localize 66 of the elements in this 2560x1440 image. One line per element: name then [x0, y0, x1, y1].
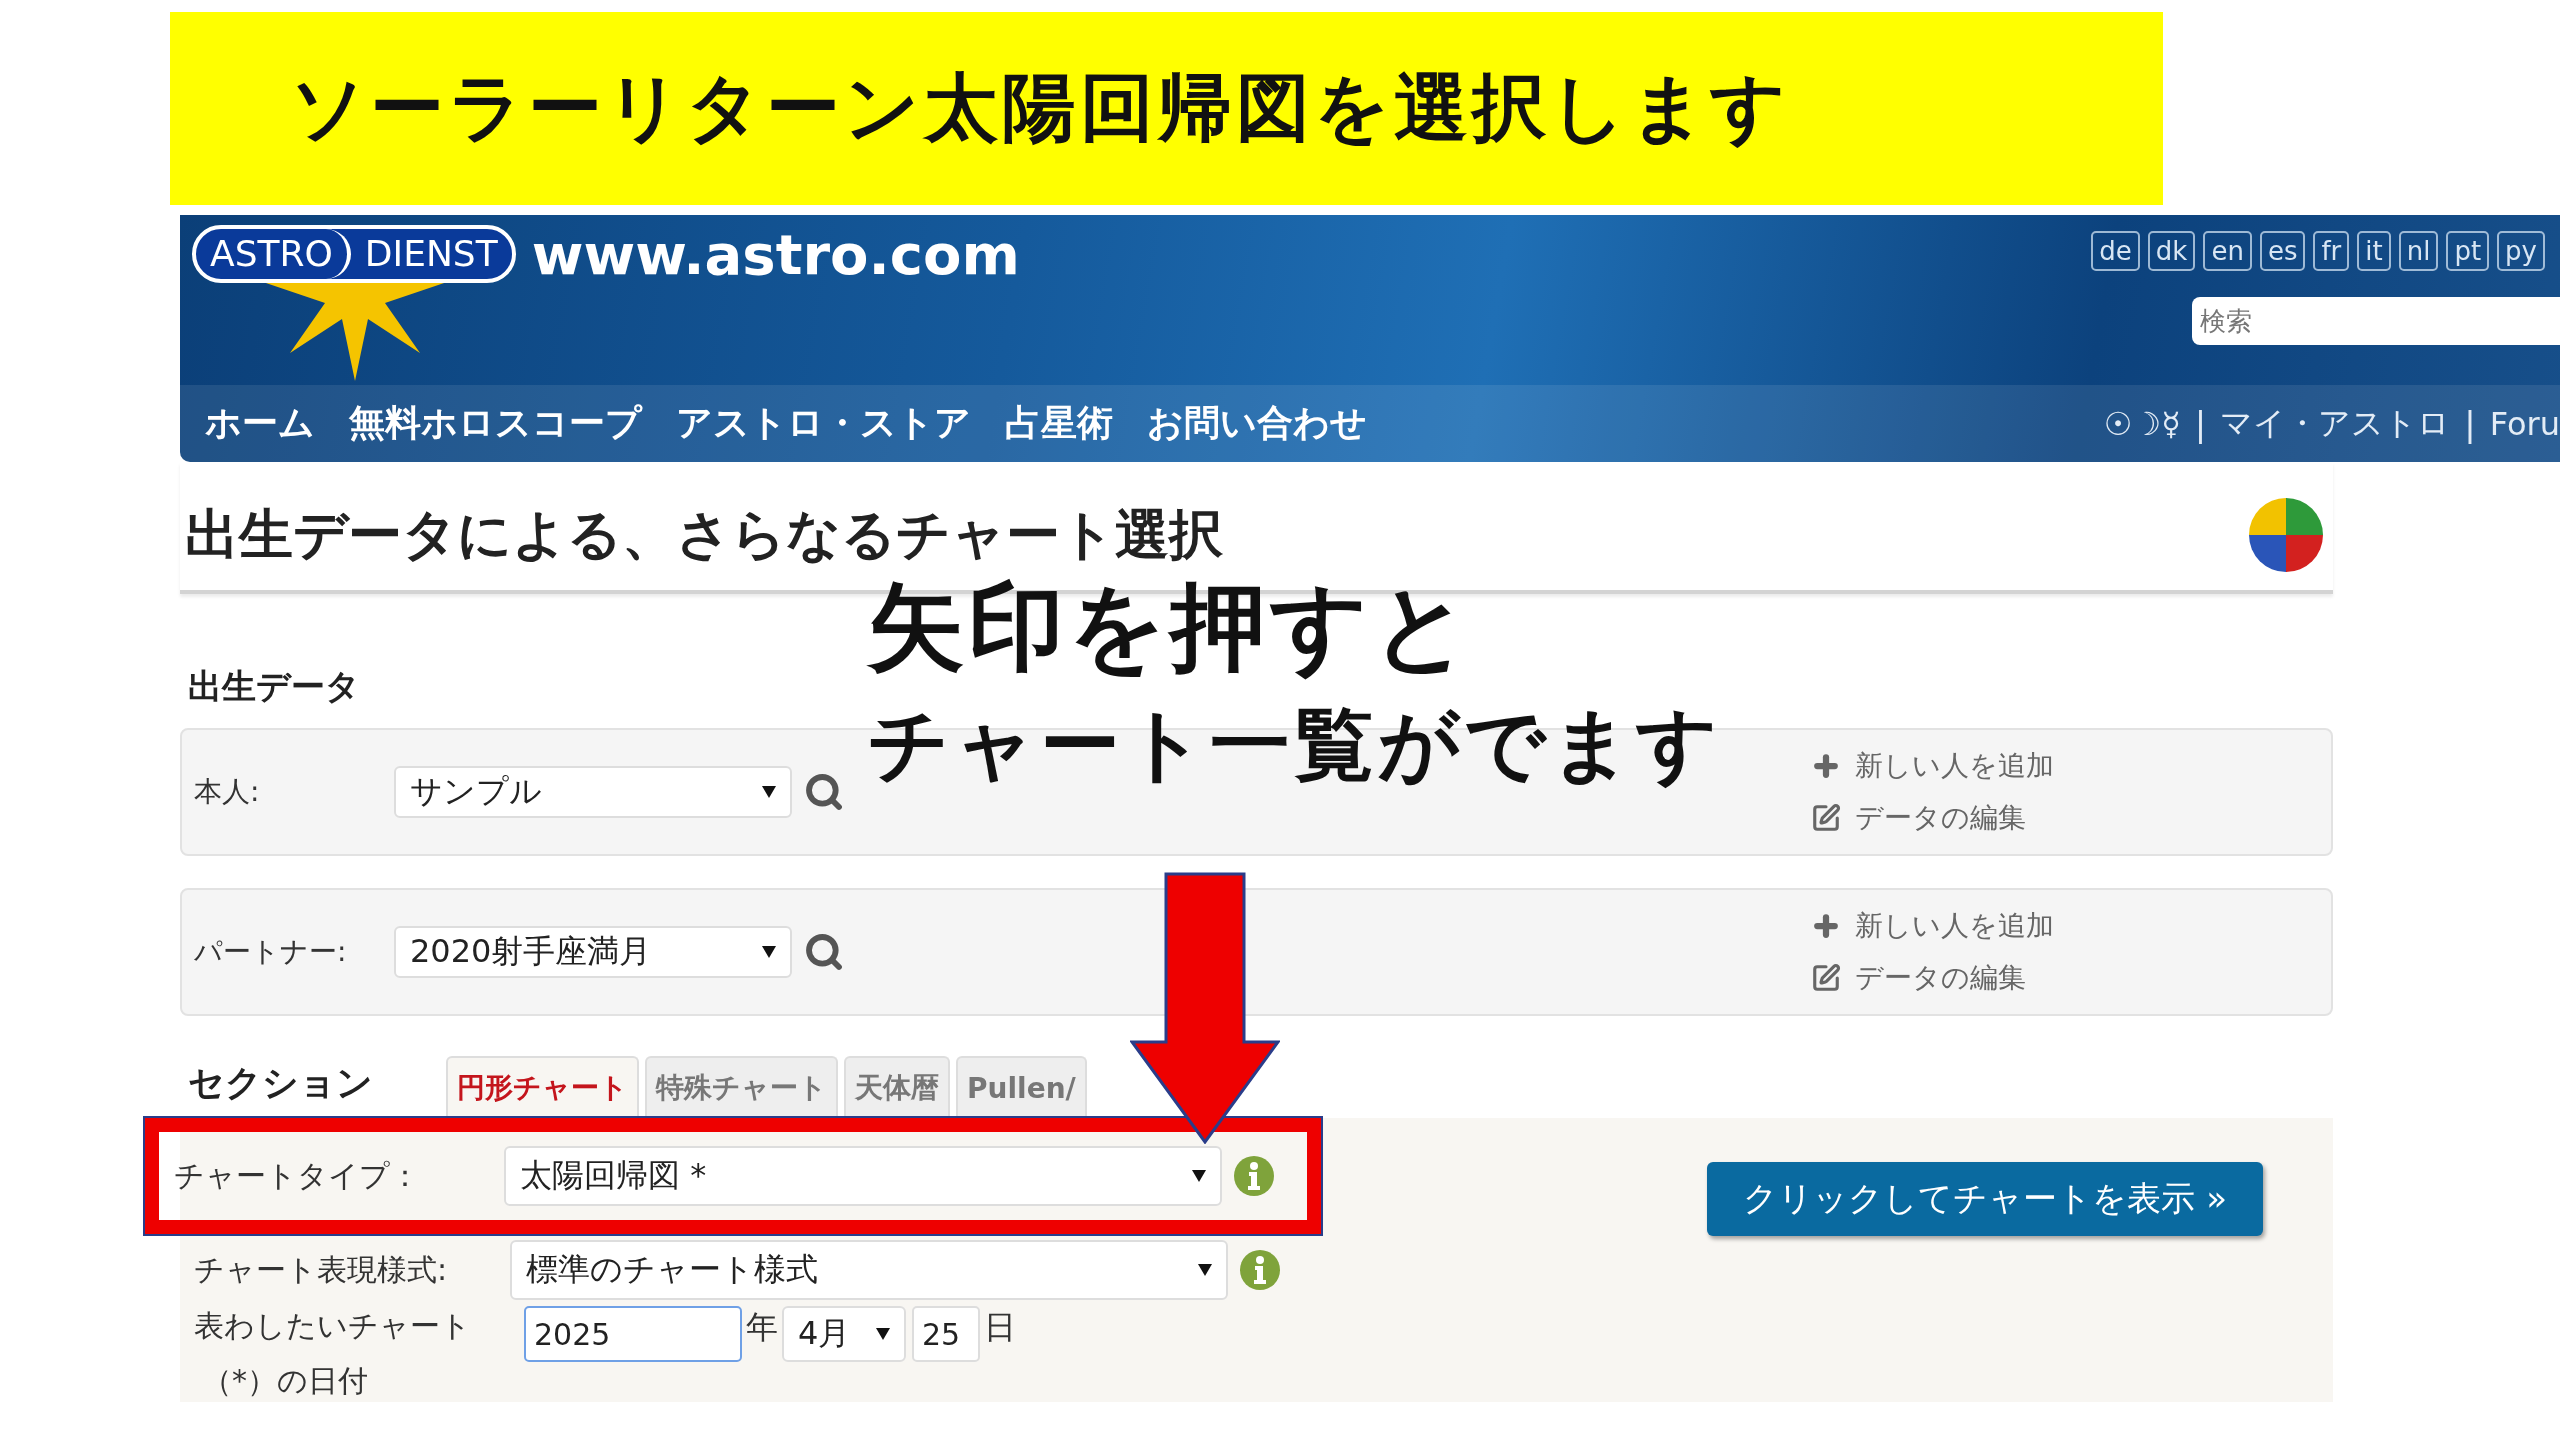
user-link[interactable]: ☉☽☿ [2103, 404, 2181, 443]
field-label: チャート表現様式: [194, 1250, 449, 1289]
show-chart-button[interactable]: クリックしてチャートを表示 » [1707, 1162, 2263, 1236]
plus-icon [1811, 751, 1841, 781]
unit-label: 年 [746, 1307, 778, 1348]
year-input[interactable]: 2025 [524, 1306, 742, 1362]
field-label: 表わしたいチャート [194, 1307, 472, 1345]
globe-icon [2249, 498, 2323, 572]
caret-icon [1198, 1264, 1212, 1276]
search-icon[interactable] [804, 772, 844, 812]
user-link[interactable]: Foru [2489, 404, 2560, 443]
language-link[interactable]: pt [2446, 231, 2490, 271]
unit-label: 日 [984, 1307, 1016, 1348]
language-link[interactable]: de [2091, 231, 2140, 271]
edit-icon [1811, 803, 1841, 833]
caret-icon [876, 1328, 890, 1340]
banner-text: ソーラーリターン太陽回帰図を選択します [290, 62, 1790, 152]
chart-select[interactable]: 標準のチャート様式 [510, 1240, 1228, 1300]
language-link[interactable]: dk [2147, 231, 2196, 271]
caption-text: チャート一覧がでます [868, 700, 1722, 789]
add-person-link[interactable]: 新しい人を追加 [1811, 747, 2331, 785]
logo-badge[interactable]: ASTRO DIENST [192, 225, 516, 283]
info-icon[interactable] [1240, 1250, 1280, 1290]
language-link[interactable]: es [2259, 231, 2306, 271]
add-person-link[interactable]: 新しい人を追加 [1811, 907, 2331, 945]
section-tab[interactable]: 円形チャート [446, 1056, 639, 1118]
nav-link[interactable]: アストロ・ストア [676, 399, 971, 448]
user-link[interactable]: マイ・アストロ [2220, 401, 2451, 446]
page-title: 出生データによる、さらなるチャート選択 [185, 501, 1223, 568]
edit-icon [1811, 963, 1841, 993]
info-icon[interactable] [1234, 1156, 1274, 1196]
caret-icon [1192, 1170, 1206, 1182]
person-select[interactable]: 2020射手座満月 [394, 926, 792, 978]
separator: | [2464, 403, 2476, 444]
plus-icon [1811, 911, 1841, 941]
nav-link[interactable]: 無料ホロスコープ [349, 399, 642, 448]
nav-link[interactable]: 占星術 [1005, 399, 1113, 448]
caret-icon [762, 786, 776, 798]
edit-data-link[interactable]: データの編集 [1811, 959, 2331, 997]
field-label: （*）の日付 [201, 1362, 369, 1400]
language-link[interactable]: fr [2313, 231, 2350, 271]
person-select[interactable]: サンプル [394, 766, 792, 818]
caret-icon [762, 946, 776, 958]
nav-link[interactable]: お問い合わせ [1147, 399, 1367, 448]
field-label: 本人: [194, 774, 261, 810]
section-tab[interactable]: 天体暦 [844, 1056, 950, 1118]
language-link[interactable]: py [2497, 231, 2545, 271]
field-label: パートナー: [194, 934, 348, 970]
language-link[interactable]: nl [2398, 231, 2439, 271]
site-name: www.astro.com [531, 225, 1020, 285]
nav-link[interactable]: ホーム [205, 399, 315, 448]
language-link[interactable]: en [2203, 231, 2252, 271]
caption-text: 矢印を押すと [868, 575, 1475, 681]
search-icon[interactable] [804, 932, 844, 972]
day-input[interactable]: 25 [912, 1306, 980, 1362]
edit-data-link[interactable]: データの編集 [1811, 799, 2331, 837]
language-link[interactable]: it [2357, 231, 2391, 271]
field-label: チャートタイプ： [173, 1156, 421, 1195]
separator: | [2194, 403, 2207, 444]
search-field[interactable]: 検索 [2192, 297, 2560, 345]
month-select[interactable]: 4月 [782, 1306, 906, 1362]
section-label: セクション [187, 1060, 374, 1105]
section-heading: 出生データ [188, 665, 360, 708]
chart-select[interactable]: 太陽回帰図 * [504, 1146, 1222, 1206]
section-tab[interactable]: Pullen/ [956, 1056, 1087, 1118]
section-tab[interactable]: 特殊チャート [645, 1056, 838, 1118]
